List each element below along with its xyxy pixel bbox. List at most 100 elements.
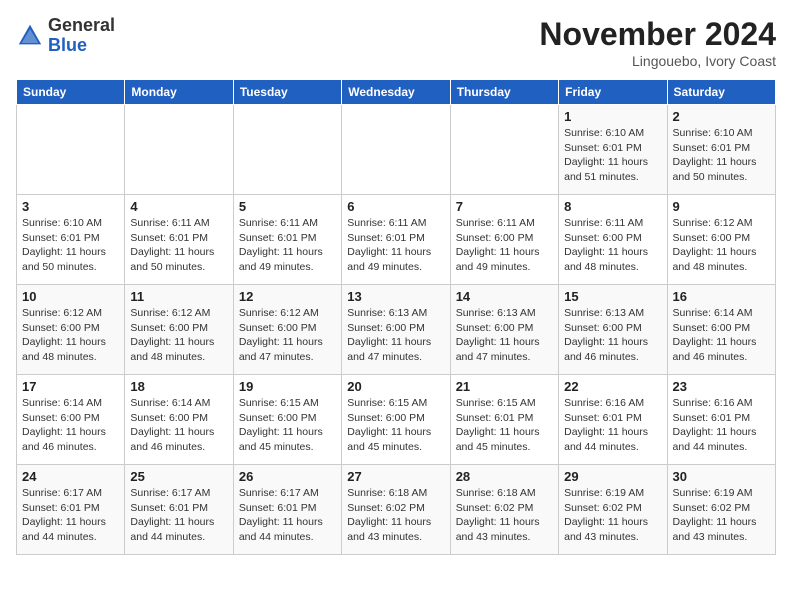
day-info: Sunrise: 6:11 AM Sunset: 6:01 PM Dayligh… bbox=[130, 216, 227, 275]
calendar-day-cell: 30 Sunrise: 6:19 AM Sunset: 6:02 PM Dayli… bbox=[667, 465, 775, 555]
day-info: Sunrise: 6:17 AM Sunset: 6:01 PM Dayligh… bbox=[130, 486, 227, 545]
weekday-header-cell: Tuesday bbox=[233, 80, 341, 105]
title-block: November 2024 Lingouebo, Ivory Coast bbox=[539, 16, 776, 69]
calendar-day-cell: 29 Sunrise: 6:19 AM Sunset: 6:02 PM Dayli… bbox=[559, 465, 667, 555]
calendar-day-cell: 19 Sunrise: 6:15 AM Sunset: 6:00 PM Dayli… bbox=[233, 375, 341, 465]
day-info: Sunrise: 6:17 AM Sunset: 6:01 PM Dayligh… bbox=[22, 486, 119, 545]
day-number: 27 bbox=[347, 469, 444, 484]
day-number: 14 bbox=[456, 289, 553, 304]
day-number: 28 bbox=[456, 469, 553, 484]
day-number: 29 bbox=[564, 469, 661, 484]
weekday-header-cell: Saturday bbox=[667, 80, 775, 105]
day-number: 26 bbox=[239, 469, 336, 484]
calendar-day-cell: 17 Sunrise: 6:14 AM Sunset: 6:00 PM Dayli… bbox=[17, 375, 125, 465]
month-title: November 2024 bbox=[539, 16, 776, 53]
calendar-body: 1Sunrise: 6:10 AM Sunset: 6:01 PM Daylig… bbox=[17, 105, 776, 555]
day-info: Sunrise: 6:11 AM Sunset: 6:01 PM Dayligh… bbox=[347, 216, 444, 275]
day-number: 11 bbox=[130, 289, 227, 304]
day-info: Sunrise: 6:12 AM Sunset: 6:00 PM Dayligh… bbox=[673, 216, 770, 275]
calendar-day-cell: 27 Sunrise: 6:18 AM Sunset: 6:02 PM Dayli… bbox=[342, 465, 450, 555]
weekday-header-cell: Sunday bbox=[17, 80, 125, 105]
day-info: Sunrise: 6:10 AM Sunset: 6:01 PM Dayligh… bbox=[564, 126, 661, 185]
calendar-day-cell: 12Sunrise: 6:12 AM Sunset: 6:00 PM Dayli… bbox=[233, 285, 341, 375]
day-number: 30 bbox=[673, 469, 770, 484]
calendar-week-row: 17 Sunrise: 6:14 AM Sunset: 6:00 PM Dayli… bbox=[17, 375, 776, 465]
day-number: 20 bbox=[347, 379, 444, 394]
calendar-day-cell: 4 Sunrise: 6:11 AM Sunset: 6:01 PM Daylig… bbox=[125, 195, 233, 285]
weekday-header-cell: Monday bbox=[125, 80, 233, 105]
calendar-day-cell: 23 Sunrise: 6:16 AM Sunset: 6:01 PM Dayli… bbox=[667, 375, 775, 465]
logo: General Blue bbox=[16, 16, 115, 56]
calendar-day-cell: 15 Sunrise: 6:13 AM Sunset: 6:00 PM Dayli… bbox=[559, 285, 667, 375]
day-info: Sunrise: 6:12 AM Sunset: 6:00 PM Dayligh… bbox=[22, 306, 119, 365]
day-number: 23 bbox=[673, 379, 770, 394]
calendar-day-cell: 10Sunrise: 6:12 AM Sunset: 6:00 PM Dayli… bbox=[17, 285, 125, 375]
day-info: Sunrise: 6:14 AM Sunset: 6:00 PM Dayligh… bbox=[22, 396, 119, 455]
day-number: 3 bbox=[22, 199, 119, 214]
logo-text: General Blue bbox=[48, 16, 115, 56]
weekday-header-cell: Friday bbox=[559, 80, 667, 105]
day-number: 21 bbox=[456, 379, 553, 394]
day-number: 19 bbox=[239, 379, 336, 394]
calendar-day-cell: 16 Sunrise: 6:14 AM Sunset: 6:00 PM Dayli… bbox=[667, 285, 775, 375]
weekday-header-cell: Wednesday bbox=[342, 80, 450, 105]
page-header: General Blue November 2024 Lingouebo, Iv… bbox=[16, 16, 776, 69]
calendar-day-cell: 24 Sunrise: 6:17 AM Sunset: 6:01 PM Dayli… bbox=[17, 465, 125, 555]
day-info: Sunrise: 6:10 AM Sunset: 6:01 PM Dayligh… bbox=[673, 126, 770, 185]
calendar-day-cell: 28 Sunrise: 6:18 AM Sunset: 6:02 PM Dayli… bbox=[450, 465, 558, 555]
day-info: Sunrise: 6:16 AM Sunset: 6:01 PM Dayligh… bbox=[564, 396, 661, 455]
day-number: 4 bbox=[130, 199, 227, 214]
calendar-day-cell bbox=[125, 105, 233, 195]
day-info: Sunrise: 6:18 AM Sunset: 6:02 PM Dayligh… bbox=[347, 486, 444, 545]
day-number: 17 bbox=[22, 379, 119, 394]
calendar-day-cell: 7Sunrise: 6:11 AM Sunset: 6:00 PM Daylig… bbox=[450, 195, 558, 285]
day-number: 22 bbox=[564, 379, 661, 394]
calendar-table: SundayMondayTuesdayWednesdayThursdayFrid… bbox=[16, 79, 776, 555]
day-number: 8 bbox=[564, 199, 661, 214]
calendar-day-cell: 9 Sunrise: 6:12 AM Sunset: 6:00 PM Daylig… bbox=[667, 195, 775, 285]
day-number: 24 bbox=[22, 469, 119, 484]
logo-general: General bbox=[48, 16, 115, 36]
day-info: Sunrise: 6:19 AM Sunset: 6:02 PM Dayligh… bbox=[673, 486, 770, 545]
day-info: Sunrise: 6:13 AM Sunset: 6:00 PM Dayligh… bbox=[456, 306, 553, 365]
day-number: 5 bbox=[239, 199, 336, 214]
day-info: Sunrise: 6:18 AM Sunset: 6:02 PM Dayligh… bbox=[456, 486, 553, 545]
day-number: 16 bbox=[673, 289, 770, 304]
calendar-day-cell: 1Sunrise: 6:10 AM Sunset: 6:01 PM Daylig… bbox=[559, 105, 667, 195]
calendar-day-cell bbox=[450, 105, 558, 195]
day-number: 18 bbox=[130, 379, 227, 394]
day-info: Sunrise: 6:10 AM Sunset: 6:01 PM Dayligh… bbox=[22, 216, 119, 275]
day-info: Sunrise: 6:13 AM Sunset: 6:00 PM Dayligh… bbox=[564, 306, 661, 365]
day-number: 13 bbox=[347, 289, 444, 304]
calendar-day-cell: 26Sunrise: 6:17 AM Sunset: 6:01 PM Dayli… bbox=[233, 465, 341, 555]
calendar-day-cell: 14 Sunrise: 6:13 AM Sunset: 6:00 PM Dayli… bbox=[450, 285, 558, 375]
calendar-week-row: 24 Sunrise: 6:17 AM Sunset: 6:01 PM Dayli… bbox=[17, 465, 776, 555]
calendar-day-cell: 3 Sunrise: 6:10 AM Sunset: 6:01 PM Daylig… bbox=[17, 195, 125, 285]
day-number: 12 bbox=[239, 289, 336, 304]
calendar-day-cell: 22 Sunrise: 6:16 AM Sunset: 6:01 PM Dayli… bbox=[559, 375, 667, 465]
day-info: Sunrise: 6:15 AM Sunset: 6:00 PM Dayligh… bbox=[347, 396, 444, 455]
calendar-day-cell: 6 Sunrise: 6:11 AM Sunset: 6:01 PM Daylig… bbox=[342, 195, 450, 285]
calendar-day-cell: 18Sunrise: 6:14 AM Sunset: 6:00 PM Dayli… bbox=[125, 375, 233, 465]
day-number: 9 bbox=[673, 199, 770, 214]
calendar-day-cell: 20 Sunrise: 6:15 AM Sunset: 6:00 PM Dayli… bbox=[342, 375, 450, 465]
calendar-day-cell: 8 Sunrise: 6:11 AM Sunset: 6:00 PM Daylig… bbox=[559, 195, 667, 285]
day-info: Sunrise: 6:14 AM Sunset: 6:00 PM Dayligh… bbox=[673, 306, 770, 365]
calendar-day-cell bbox=[233, 105, 341, 195]
day-info: Sunrise: 6:15 AM Sunset: 6:00 PM Dayligh… bbox=[239, 396, 336, 455]
calendar-day-cell: 2 Sunrise: 6:10 AM Sunset: 6:01 PM Daylig… bbox=[667, 105, 775, 195]
day-number: 6 bbox=[347, 199, 444, 214]
day-info: Sunrise: 6:12 AM Sunset: 6:00 PM Dayligh… bbox=[130, 306, 227, 365]
day-info: Sunrise: 6:11 AM Sunset: 6:00 PM Dayligh… bbox=[456, 216, 553, 275]
day-info: Sunrise: 6:16 AM Sunset: 6:01 PM Dayligh… bbox=[673, 396, 770, 455]
location-subtitle: Lingouebo, Ivory Coast bbox=[539, 53, 776, 69]
weekday-header-cell: Thursday bbox=[450, 80, 558, 105]
calendar-day-cell: 21Sunrise: 6:15 AM Sunset: 6:01 PM Dayli… bbox=[450, 375, 558, 465]
day-number: 15 bbox=[564, 289, 661, 304]
day-info: Sunrise: 6:11 AM Sunset: 6:00 PM Dayligh… bbox=[564, 216, 661, 275]
calendar-week-row: 10Sunrise: 6:12 AM Sunset: 6:00 PM Dayli… bbox=[17, 285, 776, 375]
day-info: Sunrise: 6:19 AM Sunset: 6:02 PM Dayligh… bbox=[564, 486, 661, 545]
calendar-day-cell bbox=[342, 105, 450, 195]
day-number: 2 bbox=[673, 109, 770, 124]
logo-icon bbox=[16, 22, 44, 50]
